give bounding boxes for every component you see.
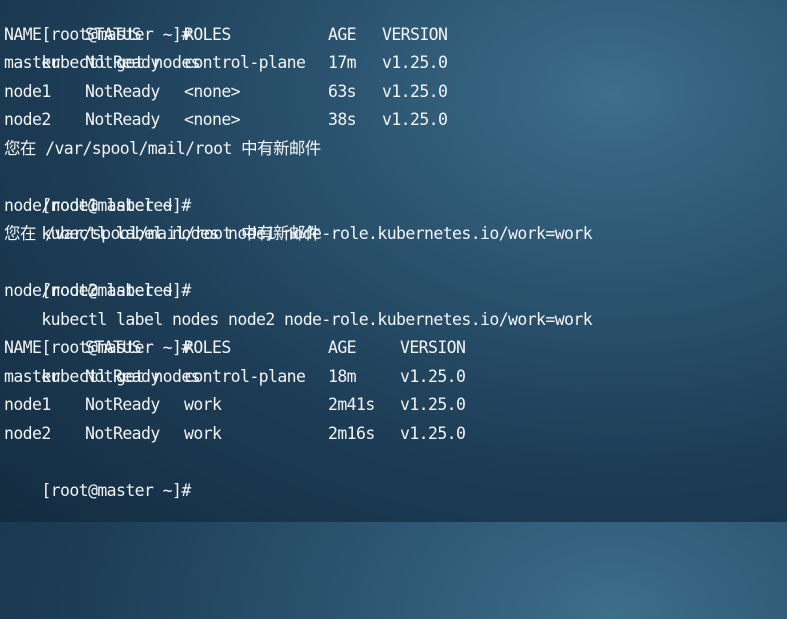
cell-version: v1.25.0 (400, 423, 466, 443)
cell-name: node1 (4, 395, 51, 414)
table-header: NAME STATUS ROLES AGE VERSION (4, 334, 784, 363)
command-line: [root@master ~]# kubectl get nodes (4, 0, 784, 73)
cell-version: v1.25.0 (382, 81, 448, 101)
column-header-version: VERSION (400, 338, 466, 357)
cell-age: 38s (328, 110, 357, 129)
command-output: node/node1 labeled (4, 195, 173, 215)
cell-name: master (4, 53, 61, 72)
cell-status: NotReady (85, 53, 160, 72)
terminal-window[interactable]: [root@master ~]# kubectl get nodes NAME … (4, 0, 784, 522)
cell-roles: control-plane (184, 53, 306, 72)
cell-status: NotReady (85, 81, 160, 101)
column-header-status: STATUS (85, 338, 142, 357)
cell-age: 63s (328, 81, 357, 101)
cell-status: NotReady (85, 366, 160, 386)
cell-roles: <none> (184, 81, 241, 101)
command-line: [root@master ~]# kubectl get nodes (4, 306, 784, 386)
mail-notice: 您在 /var/spool/mail/root 中有新邮件 (4, 138, 321, 158)
command-line: [root@master ~]# kubectl label nodes nod… (4, 249, 784, 329)
cell-version: v1.25.0 (400, 395, 466, 414)
table-row: master NotReady control-plane 18m v1.25.… (4, 363, 784, 392)
cell-status: NotReady (85, 395, 160, 414)
cell-roles: work (184, 423, 222, 443)
cell-version: v1.25.0 (382, 53, 448, 72)
cell-roles: control-plane (184, 366, 306, 386)
table-row: node1 NotReady <none> 63s v1.25.0 (4, 78, 784, 107)
table-row: master NotReady control-plane 17m v1.25.… (4, 49, 784, 78)
cell-age: 2m41s (328, 395, 375, 414)
column-header-roles: ROLES (184, 338, 231, 357)
column-header-name: NAME (4, 24, 42, 44)
cell-name: node2 (4, 110, 51, 129)
column-header-roles: ROLES (184, 24, 231, 44)
shell-prompt: [root@master ~]# (41, 480, 191, 500)
table-header: NAME STATUS ROLES AGE VERSION (4, 21, 784, 50)
cell-age: 17m (328, 53, 357, 72)
cell-version: v1.25.0 (400, 366, 466, 386)
cell-status: NotReady (85, 110, 160, 129)
column-header-status: STATUS (85, 24, 142, 44)
table-row: node2 NotReady work 2m16s v1.25.0 (4, 420, 784, 449)
table-row: node1 NotReady work 2m41s v1.25.0 (4, 391, 784, 420)
cell-name: master (4, 366, 61, 386)
cell-name: node2 (4, 423, 51, 443)
cell-age: 18m (328, 366, 357, 386)
table-row: node2 NotReady <none> 38s v1.25.0 (4, 106, 784, 135)
cell-age: 2m16s (328, 423, 375, 443)
command-output: node/node2 labeled (4, 281, 173, 300)
cell-roles: work (184, 395, 222, 414)
column-header-version: VERSION (382, 24, 448, 44)
cell-status: NotReady (85, 423, 160, 443)
column-header-name: NAME (4, 338, 42, 357)
command-line: [root@master ~]# kubectl label nodes nod… (4, 163, 784, 244)
cell-version: v1.25.0 (382, 110, 448, 129)
cell-name: node1 (4, 81, 51, 101)
command-line[interactable]: [root@master ~]# (4, 448, 784, 500)
column-header-age: AGE (328, 24, 357, 44)
cell-roles: <none> (184, 110, 241, 129)
mail-notice: 您在 /var/spool/mail/root 中有新邮件 (4, 224, 321, 243)
column-header-age: AGE (328, 338, 357, 357)
